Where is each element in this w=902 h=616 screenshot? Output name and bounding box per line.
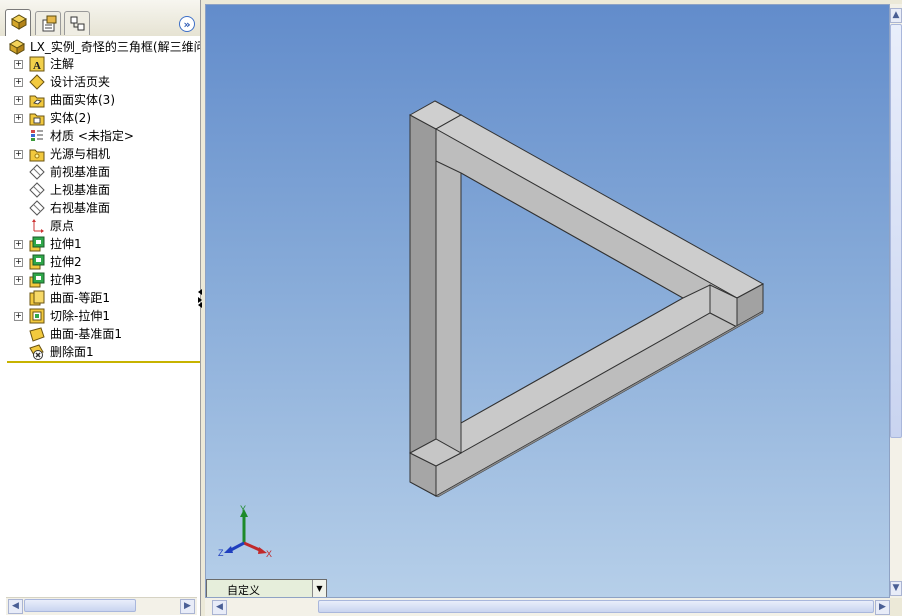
tree-item-label: 拉伸2 [50, 255, 82, 269]
tree-horizontal-scrollbar[interactable]: ◀ ▶ [6, 597, 197, 615]
part-icon [8, 39, 26, 55]
tree-item-label: 曲面-基准面1 [50, 327, 122, 341]
scroll-left-button[interactable]: ◀ [212, 600, 227, 615]
tree-item-label: 光源与相机 [50, 147, 111, 161]
tree-item-planar-surface1[interactable]: 曲面-基准面1 [0, 325, 200, 343]
expand-toggle[interactable]: + [14, 60, 23, 69]
planar-surface-icon [29, 327, 45, 342]
tree-item-label: 右视基准面 [50, 201, 111, 215]
tree-item-surface-bodies[interactable]: + 曲面实体(3) [0, 91, 200, 109]
scroll-right-button[interactable]: ▶ [180, 599, 195, 614]
expand-toggle[interactable]: + [14, 258, 23, 267]
tree-item-offset-surface1[interactable]: 曲面-等距1 [0, 289, 200, 307]
tab-configuration-manager[interactable] [64, 11, 90, 35]
tree-item-solid-bodies[interactable]: + 实体(2) [0, 109, 200, 127]
scroll-left-button[interactable]: ◀ [8, 599, 23, 614]
plane-icon [29, 182, 45, 198]
surface-bodies-icon [29, 95, 45, 108]
tree-item-label: 实体(2) [50, 111, 91, 125]
tree-item-cut-extrude1[interactable]: + 切除-拉伸1 [0, 307, 200, 325]
tree-item-extrude1[interactable]: + 拉伸1 [0, 235, 200, 253]
graphics-area[interactable]: Y X Z 自定义 ▼ [205, 4, 890, 598]
rollback-bar[interactable] [7, 361, 200, 363]
horizontal-scroll-thumb[interactable] [318, 600, 874, 613]
expand-toggle[interactable]: + [14, 78, 23, 87]
tree-item-delete-face1[interactable]: 删除面1 [0, 343, 200, 361]
scroll-thumb[interactable] [24, 599, 136, 612]
expand-toggle[interactable]: + [14, 276, 23, 285]
tree-root-part[interactable]: LX_实例_奇怪的三角框(解三维问 [8, 38, 200, 56]
viewport-horizontal-scrollbar[interactable]: ◀ ▶ [205, 598, 890, 616]
plane-icon [29, 164, 45, 180]
tree-item-material[interactable]: 材质 <未指定> [0, 127, 200, 145]
extrude-icon [29, 254, 45, 270]
annotations-icon: A [29, 56, 45, 72]
scroll-right-button[interactable]: ▶ [875, 600, 890, 615]
tree-item-annotations[interactable]: + A 注解 [0, 55, 200, 73]
material-icon [31, 130, 43, 141]
tree-item-extrude2[interactable]: + 拉伸2 [0, 253, 200, 271]
tab-feature-manager[interactable] [5, 9, 31, 36]
reference-triad[interactable]: Y X Z [216, 505, 286, 565]
triad-x-label: X [266, 549, 272, 559]
expand-toggle[interactable]: + [14, 312, 23, 321]
cut-extrude-icon [29, 308, 45, 324]
tree-item-design-binder[interactable]: + 设计活页夹 [0, 73, 200, 91]
plane-icon [29, 200, 45, 216]
extrude-icon [29, 272, 45, 288]
tree-item-label: 拉伸1 [50, 237, 82, 251]
tree-item-label: 设计活页夹 [50, 75, 111, 89]
triad-z-label: Z [218, 548, 224, 558]
feature-tree: LX_实例_奇怪的三角框(解三维问 + A 注解 + 设计活页夹 + 曲面实体(… [0, 36, 200, 362]
lights-cameras-icon [29, 149, 45, 162]
tree-item-label: 曲面实体(3) [50, 93, 115, 107]
svg-text:A: A [33, 60, 41, 72]
delete-face-icon [29, 344, 44, 360]
dropdown-arrow-icon[interactable]: ▼ [312, 580, 326, 597]
tree-item-right-plane[interactable]: 右视基准面 [0, 199, 200, 217]
scrollbar-corner [890, 598, 902, 616]
tab-property-manager[interactable] [35, 11, 61, 35]
tree-item-label: 前视基准面 [50, 165, 111, 179]
property-manager-icon [42, 15, 57, 32]
viewport-vertical-scrollbar[interactable]: ▲ ▼ [890, 4, 902, 598]
design-binder-icon [29, 74, 45, 90]
expand-toggle[interactable]: + [14, 96, 23, 105]
tree-item-origin[interactable]: 原点 [0, 217, 200, 235]
tree-item-extrude3[interactable]: + 拉伸3 [0, 271, 200, 289]
scroll-down-button[interactable]: ▼ [890, 581, 902, 596]
impossible-triangle-model[interactable] [206, 5, 890, 598]
tree-item-top-plane[interactable]: 上视基准面 [0, 181, 200, 199]
tree-item-label: 材质 <未指定> [50, 129, 134, 143]
tree-item-lights-cameras[interactable]: + 光源与相机 [0, 145, 200, 163]
view-orientation-dropdown[interactable]: 自定义 ▼ [206, 579, 327, 597]
triad-y-label: Y [240, 505, 246, 514]
offset-surface-icon [29, 290, 45, 306]
solid-bodies-icon [29, 113, 45, 126]
configuration-manager-icon [70, 16, 85, 31]
tree-item-label: 注解 [50, 57, 75, 71]
tree-item-label: 原点 [50, 219, 75, 233]
tree-root-label: LX_实例_奇怪的三角框(解三维问 [30, 40, 200, 54]
manager-tabbar: » [0, 0, 200, 36]
origin-icon [32, 219, 44, 233]
expand-toggle[interactable]: + [14, 114, 23, 123]
expand-toggle[interactable]: + [14, 240, 23, 249]
tree-item-label: 上视基准面 [50, 183, 111, 197]
tree-item-label: 拉伸3 [50, 273, 82, 287]
view-orientation-value: 自定义 [227, 584, 260, 597]
tree-item-front-plane[interactable]: 前视基准面 [0, 163, 200, 181]
feature-manager-icon [10, 14, 28, 30]
tree-item-label: 切除-拉伸1 [50, 309, 110, 323]
expand-toggle[interactable]: + [14, 150, 23, 159]
tree-item-label: 删除面1 [50, 345, 94, 359]
scroll-up-button[interactable]: ▲ [890, 8, 902, 23]
vertical-scroll-thumb[interactable] [890, 24, 902, 438]
feature-manager-pane: » LX_实例_奇怪的三角框(解三维问 + A 注解 + 设计活页夹 + 曲面实… [0, 0, 201, 616]
extrude-icon [29, 236, 45, 252]
tree-item-label: 曲面-等距1 [50, 291, 110, 305]
expand-panel-button[interactable]: » [179, 16, 195, 32]
pane-splitter-grip[interactable] [198, 288, 202, 308]
